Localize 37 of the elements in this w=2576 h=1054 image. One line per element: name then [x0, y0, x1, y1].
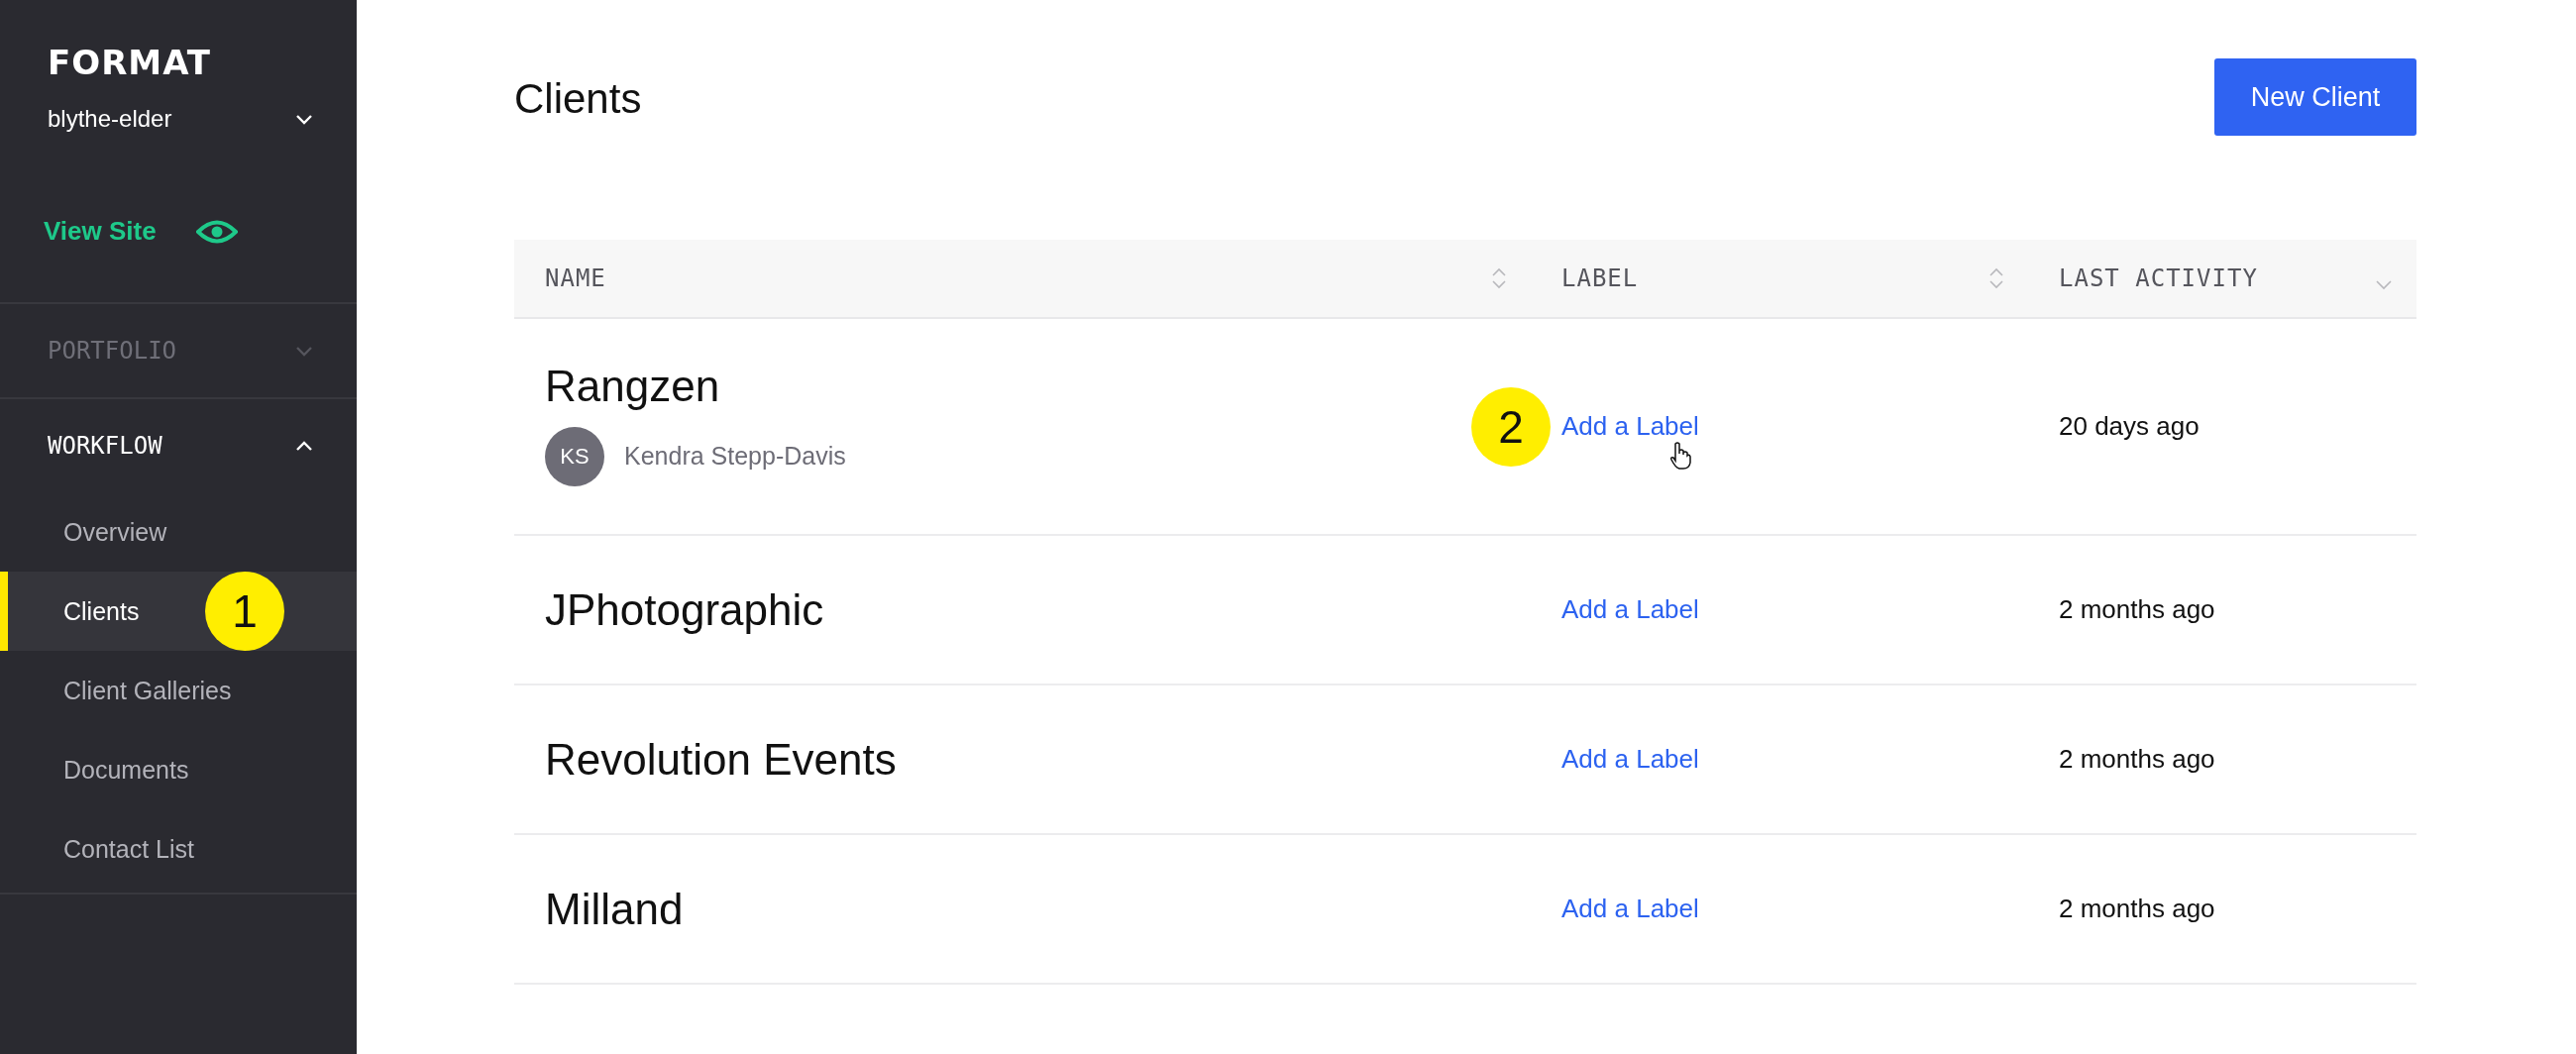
- chevron-down-icon: [295, 344, 313, 358]
- avatar: KS: [545, 426, 604, 486]
- view-site-link[interactable]: View Site: [44, 216, 238, 247]
- last-activity: 20 days ago: [2058, 410, 2200, 443]
- step-badge: 2: [1471, 386, 1551, 467]
- client-name[interactable]: Revolution Events: [545, 734, 897, 785]
- account-switcher[interactable]: blythe-elder: [48, 105, 313, 133]
- client-name[interactable]: JPhotographic: [545, 584, 824, 635]
- page-title: Clients: [514, 75, 642, 123]
- column-header[interactable]: LAST ACTIVITY: [2028, 240, 2416, 317]
- client-name[interactable]: Milland: [545, 884, 684, 934]
- client-name[interactable]: Rangzen: [545, 361, 720, 411]
- last-activity: 2 months ago: [2058, 893, 2216, 925]
- nav-item[interactable]: Contact List: [0, 809, 357, 889]
- nav-item[interactable]: Client Galleries: [0, 651, 357, 730]
- add-label-link[interactable]: Add a Label: [1561, 894, 1699, 924]
- step-badge: 1: [205, 572, 284, 651]
- sort-icon: [1491, 267, 1507, 289]
- chevron-down-icon: [295, 112, 313, 126]
- add-label-link[interactable]: Add a Label: [1561, 744, 1699, 775]
- sort-descending-icon: [2375, 278, 2393, 290]
- chevron-up-icon: [295, 439, 313, 453]
- new-client-button[interactable]: New Client: [2214, 58, 2416, 136]
- column-header[interactable]: LABEL: [1531, 240, 2028, 317]
- eye-icon: [195, 218, 238, 245]
- nav-item[interactable]: Documents: [0, 730, 357, 809]
- section-header[interactable]: WORKFLOW: [0, 399, 357, 492]
- nav-item[interactable]: Clients 1: [0, 572, 357, 651]
- last-activity: 2 months ago: [2058, 593, 2216, 626]
- logo: FORMAT: [48, 44, 211, 81]
- add-label-link[interactable]: Add a Label: [1561, 594, 1699, 625]
- last-activity: 2 months ago: [2058, 743, 2216, 776]
- nav-item[interactable]: Overview: [0, 492, 357, 572]
- sort-icon: [1988, 267, 2004, 289]
- add-label-link[interactable]: Add a Label: [1561, 411, 1699, 442]
- column-header[interactable]: NAME: [514, 240, 1531, 317]
- contact-name: Kendra Stepp-Davis: [624, 442, 846, 471]
